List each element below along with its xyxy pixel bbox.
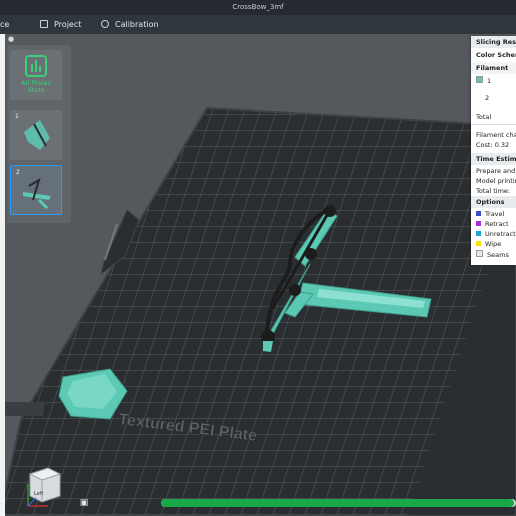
color-scheme-label[interactable]: Color Scheme	[476, 51, 516, 59]
slicing-result-header: Slicing Result	[471, 36, 516, 48]
option-seams[interactable]: Seams	[476, 250, 509, 259]
option-wipe[interactable]: Wipe	[476, 240, 501, 248]
total-time-label: Total time:	[476, 187, 511, 195]
view-cube[interactable]: Left	[18, 462, 68, 512]
plate-1-preview	[24, 120, 50, 150]
divider	[471, 124, 516, 125]
time-estimation-header: Time Estimation	[471, 153, 516, 165]
plate-thumbnail-2[interactable]: 2	[10, 165, 62, 215]
tab-prepare[interactable]: ce	[0, 15, 9, 34]
tab-project[interactable]: Project	[40, 15, 81, 34]
tab-project-label: Project	[54, 20, 82, 29]
project-icon	[40, 20, 48, 28]
progress-fill	[161, 499, 515, 507]
option-retract[interactable]: Retract	[476, 220, 509, 228]
model-printing-label: Model printing	[476, 177, 516, 185]
layer-progress-bar[interactable]	[161, 499, 516, 507]
filament-color-swatch	[476, 76, 483, 83]
print-bed-scene: Textured PEI Plate	[5, 106, 516, 516]
prepare-time-label: Prepare and time	[476, 167, 516, 175]
zoom-fit-icon[interactable]: ▣	[77, 496, 91, 510]
filament-header: Filament	[471, 62, 516, 74]
wipe-swatch	[476, 241, 481, 246]
retract-swatch	[476, 221, 481, 226]
3d-viewport[interactable]: Textured PEI Plate	[5, 34, 516, 516]
all-plates-stats-button[interactable]: All Plates Stats	[10, 50, 62, 100]
plates-panel: All Plates Stats 1 2	[7, 45, 71, 223]
cost-label: Cost: 0.32	[476, 141, 510, 149]
plate-thumbnail-1[interactable]: 1	[10, 110, 62, 160]
tab-calibration[interactable]: Calibration	[101, 15, 159, 34]
option-unretract[interactable]: Unretract	[476, 230, 516, 238]
travel-swatch	[476, 211, 481, 216]
all-plates-stats-label: All Plates Stats	[21, 79, 51, 94]
view-cube-face-label: Left	[34, 491, 43, 497]
seams-swatch	[476, 250, 483, 257]
window-title: CrossBow_3mf	[0, 0, 516, 15]
bed-logo	[5, 402, 46, 416]
filament-row-2: 2	[476, 94, 489, 102]
axis-gizmo: Left	[27, 467, 62, 507]
filament-color-swatch	[476, 95, 481, 100]
filament-change-label: Filament change	[476, 131, 516, 139]
menu-bar: ce Project Calibration	[0, 15, 516, 34]
tab-calibration-label: Calibration	[115, 20, 159, 29]
calibration-icon	[101, 20, 109, 28]
total-label: Total	[476, 113, 492, 121]
options-header: Options	[471, 196, 516, 208]
stats-icon	[25, 55, 47, 77]
option-travel[interactable]: Travel	[476, 210, 504, 218]
unretract-swatch	[476, 231, 481, 236]
eye-icon[interactable]: ●	[6, 35, 16, 43]
slicing-result-panel: Slicing Result Color Scheme Filament 1 2…	[471, 36, 516, 265]
plate-2-preview	[23, 177, 51, 210]
filament-row-1: 1	[476, 76, 491, 85]
